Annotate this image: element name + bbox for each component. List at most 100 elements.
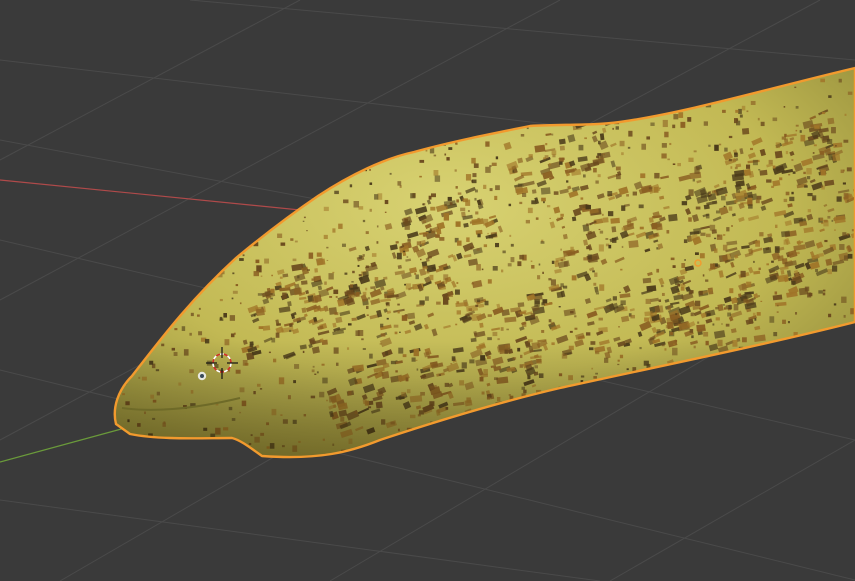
skin-dot	[695, 98, 701, 103]
skin-dot	[132, 341, 138, 345]
skin-dot	[449, 428, 454, 434]
skin-dot	[374, 82, 380, 87]
skin-dot	[368, 450, 373, 454]
skin-dot	[553, 71, 556, 74]
skin-dot	[808, 425, 811, 428]
skin-dot	[614, 395, 618, 399]
skin-dot	[650, 409, 657, 416]
skin-dot	[225, 237, 231, 242]
skin-dot	[566, 109, 568, 112]
skin-dot	[728, 419, 734, 426]
skin-dot	[630, 108, 633, 111]
skin-dot	[228, 221, 233, 227]
skin-dot	[539, 459, 544, 463]
skin-dot	[458, 97, 461, 100]
skin-dot	[332, 165, 336, 171]
skin-dot	[239, 131, 244, 137]
skin-dot	[418, 456, 421, 458]
skin-dot	[564, 68, 568, 69]
skin-dot	[202, 90, 208, 95]
skin-dot	[589, 408, 593, 411]
skin-dot	[376, 442, 379, 444]
skin-dot	[143, 200, 148, 205]
skin-dot	[452, 92, 457, 97]
skin-dot	[556, 65, 558, 67]
skin-dot	[665, 68, 669, 69]
skin-dot	[704, 444, 711, 450]
skin-dot	[417, 124, 419, 127]
skin-dot	[144, 274, 150, 279]
skin-dot	[634, 403, 637, 407]
skin-dot	[127, 221, 130, 225]
skin-dot	[716, 70, 719, 73]
skin-dot	[583, 75, 589, 81]
skin-dot	[139, 200, 144, 204]
skin-dot	[488, 107, 492, 111]
skin-dot	[133, 356, 137, 359]
skin-dot	[610, 430, 614, 434]
skin-dot	[479, 129, 485, 133]
skin-dot	[657, 69, 660, 71]
skin-dot	[408, 83, 414, 87]
skin-dot	[121, 457, 125, 459]
skin-dot	[297, 157, 300, 161]
skin-dot	[196, 240, 199, 244]
skin-dot	[268, 128, 272, 133]
skin-dot	[162, 81, 168, 87]
skin-dot	[757, 453, 762, 458]
skin-dot	[140, 237, 143, 241]
skin-dot	[163, 149, 166, 153]
skin-dot	[255, 98, 257, 100]
skin-dot	[583, 386, 589, 393]
skin-dot	[157, 222, 161, 225]
skin-dot	[746, 374, 752, 379]
skin-dot	[210, 218, 215, 222]
skin-dot	[255, 91, 259, 95]
skin-dot	[132, 288, 135, 291]
viewport-canvas[interactable]	[0, 0, 855, 581]
skin-dot	[589, 394, 594, 399]
skin-dot	[137, 284, 141, 289]
skin-dot	[297, 170, 301, 174]
skin-dot	[429, 99, 433, 104]
skin-dot	[807, 404, 811, 407]
skin-dot	[618, 93, 621, 96]
skin-dot	[617, 454, 623, 458]
skin-dot	[470, 80, 474, 83]
skin-dot	[206, 460, 209, 462]
skin-dot	[577, 385, 582, 391]
skin-dot	[305, 171, 309, 175]
skin-dot	[279, 105, 283, 110]
skin-dot	[144, 156, 147, 159]
skin-dot	[492, 433, 495, 435]
skin-dot	[381, 105, 384, 107]
skin-dot	[135, 347, 139, 352]
skin-dot	[138, 245, 144, 251]
skin-dot	[757, 375, 760, 379]
3d-viewport[interactable]	[0, 0, 855, 581]
skin-dot	[804, 410, 808, 415]
skin-dot	[464, 429, 469, 432]
skin-dot	[164, 234, 169, 239]
skin-dot	[844, 403, 848, 407]
eel-mesh-object[interactable]	[113, 60, 855, 466]
skin-dot	[757, 445, 759, 447]
skin-dot	[249, 147, 254, 151]
skin-dot	[134, 90, 139, 93]
skin-spot	[457, 418, 467, 427]
skin-dot	[801, 372, 804, 375]
skin-dot	[137, 128, 143, 134]
skin-dot	[122, 140, 128, 145]
skin-dot	[188, 232, 192, 235]
skin-dot	[191, 260, 195, 265]
skin-dot	[763, 393, 767, 398]
skin-dot	[832, 397, 838, 402]
skin-dot	[212, 134, 215, 137]
skin-dot	[784, 347, 790, 351]
skin-dot	[757, 355, 760, 359]
y-axis-line	[0, 427, 126, 463]
skin-dot	[345, 83, 350, 88]
skin-dot	[672, 98, 675, 101]
skin-dot	[411, 62, 413, 64]
skin-dot	[481, 71, 486, 75]
